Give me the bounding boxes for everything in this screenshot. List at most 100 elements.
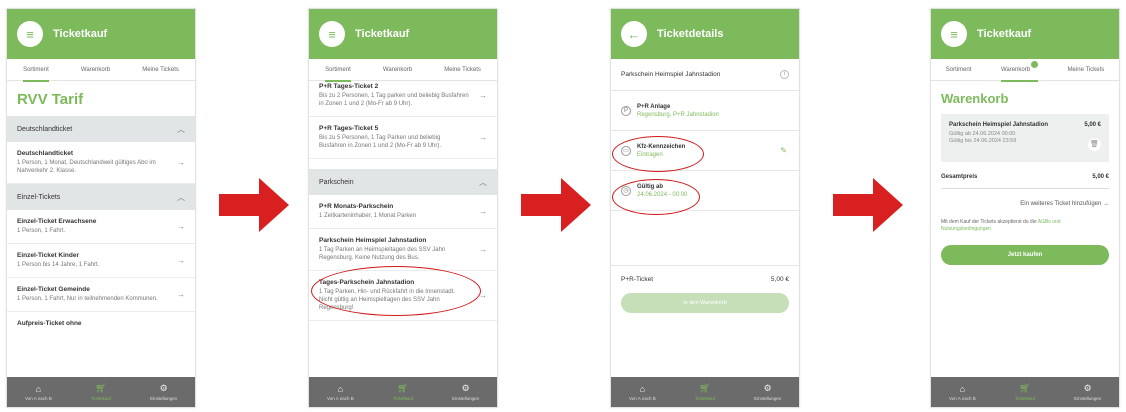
item-desc: 1 Zeitkarteninhaber, 1 Monat Parken — [319, 213, 417, 219]
edit-icon[interactable]: ✎ — [780, 146, 787, 155]
gear-icon: ⚙ — [159, 383, 168, 393]
nav-label: Einstellungen — [452, 396, 480, 401]
arrow-right-icon: → — [177, 158, 185, 167]
list-item[interactable]: P+R Tages-Ticket 5 Bis zu 5 Personen, 1 … — [309, 117, 497, 159]
cart-item-name: Parkschein Heimspiel Jahnstadion — [949, 122, 1049, 128]
section-label: Deutschlandticket — [17, 125, 73, 133]
nav-von-a-nach-b[interactable]: ⌂ Von A nach B — [315, 384, 365, 401]
menu-icon[interactable]: ≡ — [319, 21, 345, 47]
total-label: Gesamtpreis — [941, 174, 978, 180]
detail-value: 24.06.2024 - 00:00 — [637, 191, 688, 198]
section-header-deutschlandticket[interactable]: Deutschlandticket ︿ — [7, 116, 195, 142]
tab-meine-tickets[interactable]: Meine Tickets — [444, 59, 481, 81]
buy-now-button[interactable]: Jetzt kaufen — [941, 245, 1109, 265]
chevron-up-icon: ︿ — [479, 177, 487, 187]
tab-warenkorb[interactable]: Warenkorb — [383, 59, 412, 81]
menu-icon[interactable]: ≡ — [941, 21, 967, 47]
section-label: Parkschein — [319, 178, 354, 186]
item-desc: Bis zu 5 Personen, 1 Tag Parken und beli… — [319, 135, 442, 149]
item-desc: 1 Tag Parken, Hin- und Rückfahrt in die … — [319, 289, 455, 311]
step-arrow-icon — [833, 178, 903, 232]
arrow-right-icon: → — [1103, 201, 1109, 207]
section-header-einzel-tickets[interactable]: Einzel-Tickets ︿ — [7, 184, 195, 210]
gear-icon: ⚙ — [461, 383, 470, 393]
item-desc: 1 Tag Parken an Heimspieltagen des SSV J… — [319, 247, 446, 261]
list-item-selected[interactable]: Parkschein Heimspiel Jahnstadion 1 Tag P… — [309, 229, 497, 271]
arrow-right-icon: → — [479, 91, 487, 100]
list-item[interactable]: Einzel-Ticket Kinder 1 Person bis 14 Jah… — [7, 244, 195, 278]
add-to-cart-button[interactable]: In den Warenkorb — [621, 293, 789, 313]
nav-label: Einstellungen — [150, 396, 178, 401]
detail-row-pr-anlage[interactable]: P P+R Anlage Regensburg, P+R Jahnstadion — [611, 91, 799, 131]
list-item[interactable]: P+R Tages-Ticket 2 Bis zu 2 Personen, 1 … — [309, 81, 497, 117]
tab-label: Warenkorb — [1000, 66, 1031, 73]
price-value: 5,00 € — [770, 276, 789, 283]
screen-warenkorb: ≡ Ticketkauf Sortiment Warenkorb Meine T… — [930, 8, 1120, 408]
cart-icon: 🛒︎ — [95, 383, 107, 393]
cart-icon: 🛒︎ — [1019, 383, 1031, 393]
arrow-right-icon: → — [177, 290, 185, 299]
app-bar: ≡ Ticketkauf — [309, 9, 497, 59]
add-another-ticket-link[interactable]: Ein weiteres Ticket hinzufügen → — [931, 189, 1119, 213]
tab-sortiment[interactable]: Sortiment — [325, 59, 351, 82]
menu-icon[interactable]: ≡ — [17, 21, 43, 47]
cart-item-price: 5,00 € — [1084, 122, 1101, 128]
nav-einstellungen[interactable]: ⚙ Einstellungen — [139, 383, 189, 401]
nav-von-a-nach-b[interactable]: ⌂ Von A nach B — [13, 384, 63, 401]
item-name: P+R Tages-Ticket 2 — [319, 83, 379, 90]
detail-row-kennzeichen[interactable]: ▭ Kfz-Kennzeichen Eintragen ✎ — [611, 131, 799, 171]
nav-von-a-nach-b[interactable]: ⌂ Von A nach B — [617, 384, 667, 401]
list-item[interactable]: Tages-Parkschein Jahnstadion 1 Tag Parke… — [309, 271, 497, 321]
nav-label: Ticketkauf — [90, 396, 112, 401]
list-item[interactable]: Einzel-Ticket Gemeinde 1 Person, 1 Fahrt… — [7, 278, 195, 312]
list-item[interactable]: Einzel-Ticket Erwachsene 1 Person, 1 Fah… — [7, 210, 195, 244]
ticket-header: Parkschein Heimspiel Jahnstadion i — [611, 59, 799, 91]
item-desc: 1 Person, 1 Fahrt. — [17, 228, 66, 234]
cart-item-valid-from: Gültig ab 24.06.2024 00:00 — [949, 131, 1016, 137]
item-name: Einzel-Ticket Erwachsene — [17, 218, 97, 225]
add-more-label: Ein weiteres Ticket hinzufügen — [1020, 201, 1102, 207]
arrow-right-icon: → — [177, 222, 185, 231]
nav-label: Ticketkauf — [694, 396, 716, 401]
tab-sortiment[interactable]: Sortiment — [946, 59, 972, 81]
tab-meine-tickets[interactable]: Meine Tickets — [1068, 59, 1105, 81]
bottom-nav: ⌂ Von A nach B 🛒︎ Ticketkauf ⚙ Einstellunge… — [309, 377, 497, 407]
gear-icon: ⚙ — [1083, 383, 1092, 393]
terms-text: Mit dem Kauf der Tickets akzeptierst du … — [931, 213, 1119, 239]
back-arrow-icon[interactable]: ← — [621, 21, 647, 47]
total-row: Gesamtpreis 5,00 € — [941, 166, 1109, 189]
tab-sortiment[interactable]: Sortiment — [23, 59, 49, 82]
nav-label: Ticketkauf — [392, 396, 414, 401]
detail-row-gueltig-ab[interactable]: ◷ Gültig ab 24.06.2024 - 00:00 — [611, 171, 799, 211]
app-bar-title: Ticketkauf — [977, 28, 1032, 40]
nav-einstellungen[interactable]: ⚙ Einstellungen — [441, 383, 491, 401]
nav-einstellungen[interactable]: ⚙ Einstellungen — [743, 383, 793, 401]
tab-meine-tickets[interactable]: Meine Tickets — [142, 59, 179, 81]
list-item[interactable]: P+R Monats-Parkschein 1 Zeitkarteninhabe… — [309, 195, 497, 229]
parking-icon: P — [621, 105, 631, 116]
arrow-right-icon: → — [479, 245, 487, 254]
price-bar: P+R-Ticket 5,00 € In den Warenkorb — [611, 265, 799, 313]
nav-ticketkauf[interactable]: 🛒︎ Ticketkauf — [76, 383, 126, 401]
list-item[interactable]: Deutschlandticket 1 Person, 1 Monat, Deu… — [7, 142, 195, 184]
cart-item-valid-to: Gültig bis 24.06.2024 23:59 — [949, 138, 1017, 144]
clock-icon: ◷ — [621, 185, 631, 196]
item-name: P+R Monats-Parkschein — [319, 203, 394, 210]
section-header-parkschein[interactable]: Parkschein ︿ — [309, 169, 497, 195]
tab-warenkorb[interactable]: Warenkorb — [81, 59, 110, 81]
list-item[interactable]: Aufpreis-Ticket ohne — [7, 312, 195, 337]
nav-ticketkauf[interactable]: 🛒︎ Ticketkauf — [378, 383, 428, 401]
delete-icon[interactable]: 🗑︎ — [1088, 138, 1101, 151]
nav-von-a-nach-b[interactable]: ⌂ Von A nach B — [937, 384, 987, 401]
tab-warenkorb[interactable]: Warenkorb — [1000, 59, 1039, 82]
nav-ticketkauf[interactable]: 🛒︎ Ticketkauf — [680, 383, 730, 401]
nav-einstellungen[interactable]: ⚙ Einstellungen — [1063, 383, 1113, 401]
arrow-right-icon: → — [177, 256, 185, 265]
tab-bar: Sortiment Warenkorb Meine Tickets — [931, 59, 1119, 82]
info-icon[interactable]: i — [780, 70, 789, 79]
nav-ticketkauf[interactable]: 🛒︎ Ticketkauf — [1000, 383, 1050, 401]
tab-bar: Sortiment Warenkorb Meine Tickets — [7, 59, 195, 82]
detail-label: P+R Anlage — [637, 103, 671, 110]
price-label: P+R-Ticket — [621, 276, 654, 283]
home-icon: ⌂ — [639, 383, 646, 394]
